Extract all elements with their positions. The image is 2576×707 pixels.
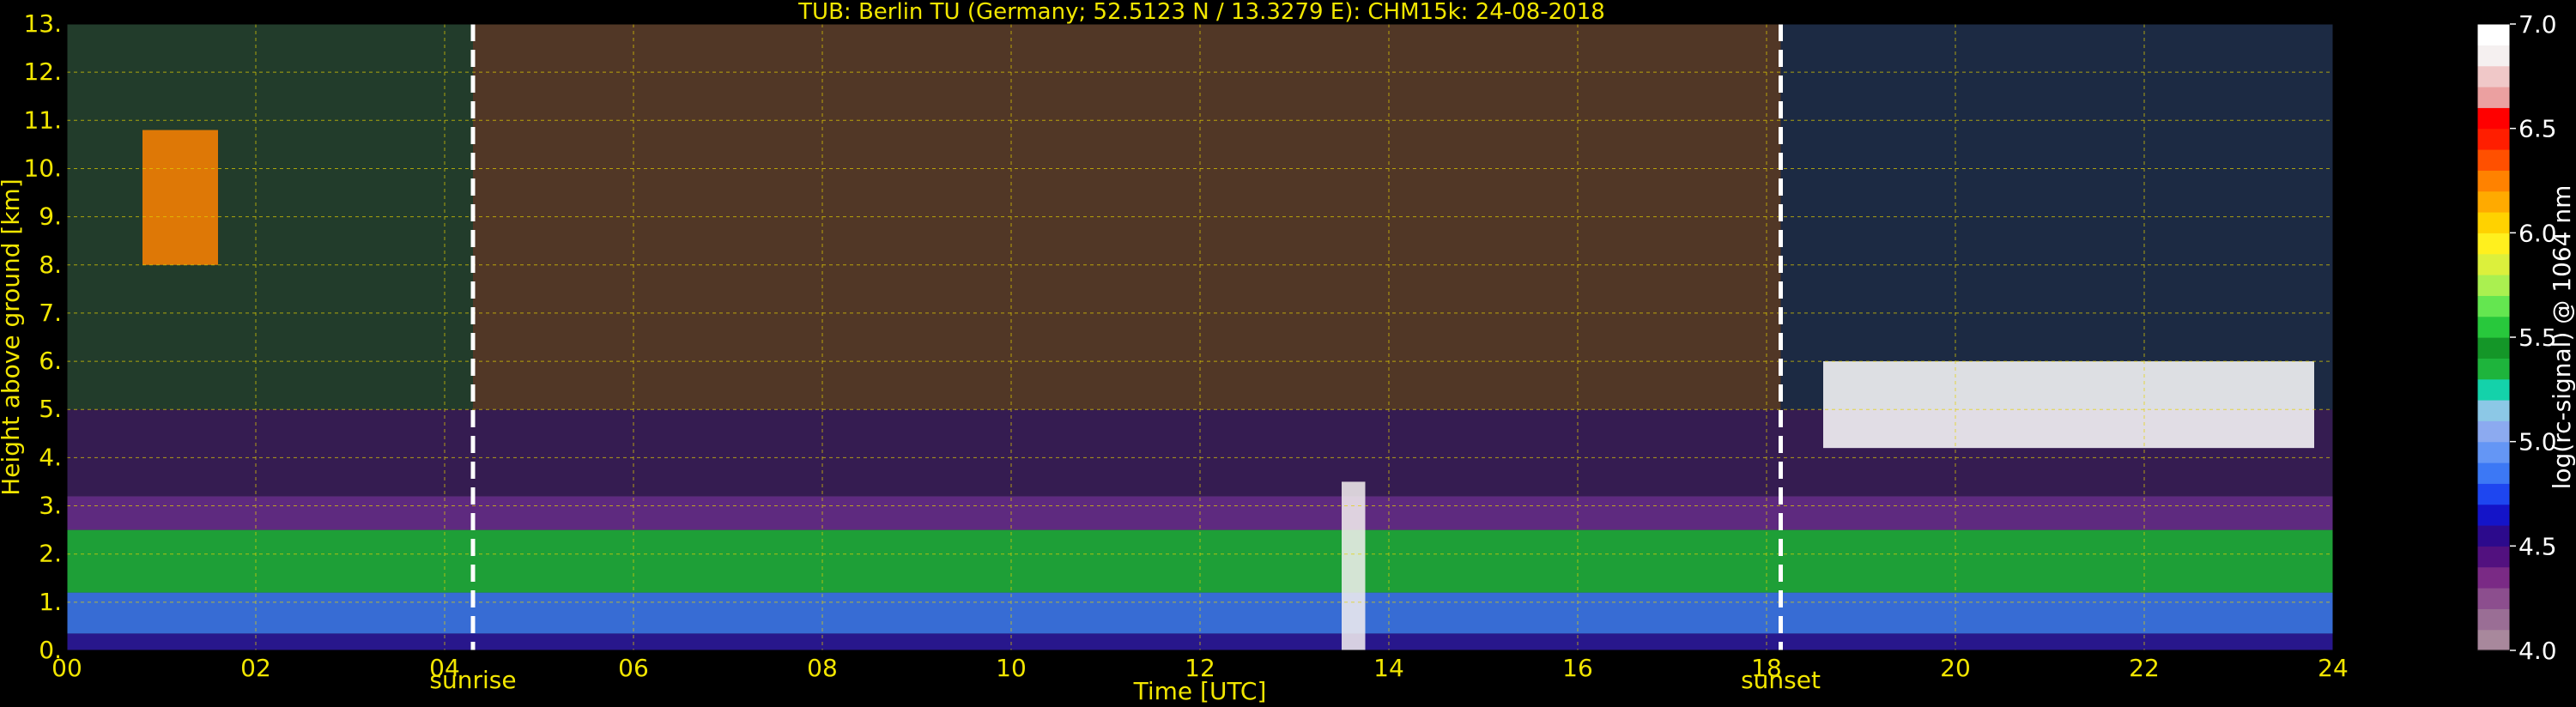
chart-title: TUB: Berlin TU (Germany; 52.5123 N / 13.… <box>797 0 1605 25</box>
signal-layer <box>142 130 218 265</box>
x-tick-label: 08 <box>807 654 838 682</box>
x-tick-label: 02 <box>240 654 271 682</box>
y-tick-label: 8. <box>39 251 62 279</box>
x-tick-label: 14 <box>1373 654 1404 682</box>
colorbar-segment <box>2477 107 2510 130</box>
colorbar-tick-label: 7.0 <box>2518 10 2557 39</box>
colorbar-segment <box>2477 337 2510 359</box>
colorbar-segment <box>2477 24 2510 45</box>
colorbar-segment <box>2477 358 2510 380</box>
y-tick-label: 2. <box>39 540 62 568</box>
colorbar-segment <box>2477 504 2510 526</box>
y-tick-label: 10. <box>23 154 62 182</box>
colorbar-segment <box>2477 128 2510 150</box>
colorbar-segment <box>2477 170 2510 192</box>
y-tick-label: 11. <box>23 106 62 134</box>
colorbar <box>2476 23 2511 651</box>
colorbar-segment <box>2477 608 2510 631</box>
colorbar-tick-label: 6.5 <box>2518 115 2557 143</box>
colorbar-segment <box>2477 87 2510 108</box>
signal-layer <box>67 592 2333 634</box>
signal-layers <box>67 24 2333 650</box>
y-tick-label: 0. <box>39 636 62 664</box>
colorbar-segment <box>2477 546 2510 568</box>
colorbar-segment <box>2477 588 2510 609</box>
colorbar-tick-label: 4.5 <box>2518 532 2557 560</box>
colorbar-segment <box>2477 566 2510 589</box>
x-tick-label: 24 <box>2318 654 2349 682</box>
signal-layer <box>1823 361 2314 449</box>
colorbar-segment <box>2477 629 2510 651</box>
colorbar-segment <box>2477 295 2510 317</box>
y-tick-label: 6. <box>39 347 62 375</box>
colorbar-segment <box>2477 212 2510 233</box>
x-tick-label: 20 <box>1940 654 1971 682</box>
y-tick-label: 13. <box>23 9 62 38</box>
y-tick-label: 9. <box>39 202 62 231</box>
colorbar-segment <box>2477 400 2510 421</box>
colorbar-segment <box>2477 462 2510 484</box>
y-tick-label: 3. <box>39 492 62 520</box>
signal-layer <box>1780 24 2333 410</box>
colorbar-segment <box>2477 316 2510 338</box>
x-tick-label: 22 <box>2129 654 2160 682</box>
colorbar-segment <box>2477 275 2510 296</box>
ceilometer-chart: TUB: Berlin TU (Germany; 52.5123 N / 13.… <box>0 0 2576 707</box>
colorbar-segment <box>2477 149 2510 171</box>
x-axis-label: Time [UTC] <box>1133 677 1267 705</box>
y-axis-label: Height above ground [km] <box>0 178 25 496</box>
colorbar-segment <box>2477 233 2510 255</box>
x-tick-label: 10 <box>996 654 1027 682</box>
sunset-label: sunset <box>1741 666 1821 694</box>
y-tick-label: 4. <box>39 443 62 471</box>
colorbar-segment <box>2477 441 2510 463</box>
colorbar-segment <box>2477 45 2510 67</box>
plot-area <box>66 23 2334 651</box>
colorbar-label: log(rc-signal) @ 1064 nm <box>2548 185 2576 490</box>
y-tick-label: 7. <box>39 299 62 327</box>
y-tick-label: 5. <box>39 395 62 423</box>
colorbar-segment <box>2477 65 2510 88</box>
colorbar-segment <box>2477 378 2510 401</box>
colorbar-segment <box>2477 420 2510 443</box>
y-tick-label: 1. <box>39 588 62 616</box>
x-tick-label: 16 <box>1562 654 1593 682</box>
x-tick-label: 06 <box>618 654 649 682</box>
colorbar-segment <box>2477 190 2510 213</box>
colorbar-tick-label: 4.0 <box>2518 637 2557 665</box>
colorbar-segment <box>2477 525 2510 547</box>
signal-layer <box>1342 481 1366 650</box>
sunrise-label: sunrise <box>429 666 516 694</box>
y-tick-label: 12. <box>23 57 62 86</box>
colorbar-segment <box>2477 253 2510 275</box>
colorbar-segment <box>2477 483 2510 505</box>
